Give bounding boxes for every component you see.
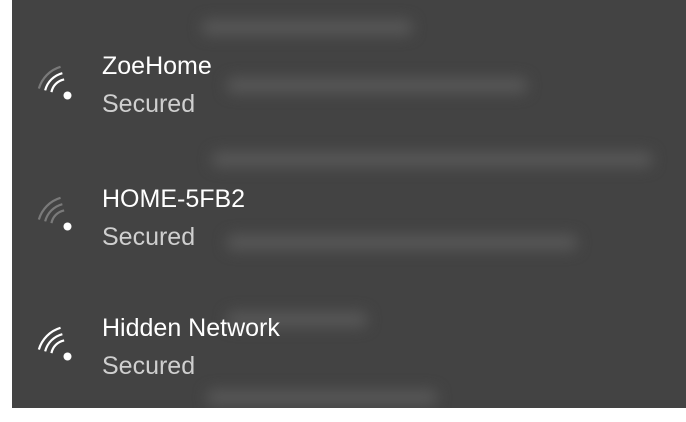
network-item-hidden-network[interactable]: Hidden Network Secured [12,314,686,408]
wifi-signal-icon [37,65,72,100]
network-item-zoehome[interactable]: ZoeHome Secured [12,52,686,148]
wifi-signal-icon [37,196,72,231]
network-ssid: HOME-5FB2 [102,185,246,213]
network-status: Secured [102,352,196,380]
network-item-home-5fb2[interactable]: HOME-5FB2 Secured [12,185,686,281]
network-ssid: Hidden Network [102,314,280,342]
network-status: Secured [102,90,196,118]
wifi-network-list: ZoeHome Secured HOME-5FB2 Secured Hidden… [12,0,686,408]
network-ssid: ZoeHome [102,52,212,80]
wifi-signal-icon [37,326,72,361]
network-status: Secured [102,223,196,251]
